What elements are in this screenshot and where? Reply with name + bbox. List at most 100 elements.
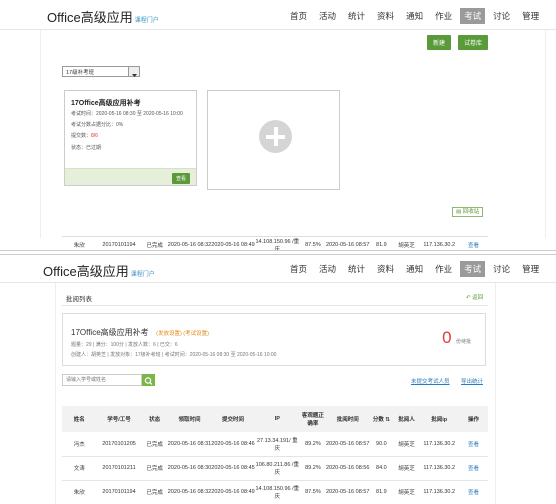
cell-accuracy: 89.2% bbox=[305, 440, 321, 447]
unsubmitted-link[interactable]: 未提交考试人员 bbox=[411, 377, 450, 385]
title-divider bbox=[62, 305, 488, 306]
pending-label: 份待批 bbox=[455, 339, 471, 345]
exam-meta-2: 创建人：胡英芝 | 发放对象：17级补考班 | 考试时间：2020-05-16 … bbox=[71, 352, 277, 358]
back-label: 返回 bbox=[472, 295, 484, 301]
export-link[interactable]: 导出统计 bbox=[461, 377, 483, 385]
cell-score: 81.9 bbox=[376, 489, 387, 496]
nav-notice[interactable]: 通知 bbox=[402, 8, 427, 24]
chevron-down-icon bbox=[128, 67, 139, 77]
back-link[interactable]: ↶ 返回 bbox=[466, 293, 483, 301]
cell-accuracy: 87.5% bbox=[305, 489, 321, 496]
cell-review-ip: 117.136.30.2 bbox=[423, 489, 456, 496]
cell-reviewer: 胡英芝 bbox=[398, 441, 415, 448]
cell-id: 20170101205 bbox=[102, 440, 136, 447]
search-bar bbox=[62, 374, 156, 386]
nav-discussion[interactable]: 讨论 bbox=[489, 261, 514, 277]
cell-status: 已完成 bbox=[146, 490, 163, 497]
bottom-header: Office高级应用 课程门户 首页 活动 统计 资料 通知 作业 考试 讨论 管… bbox=[0, 255, 556, 283]
nav-exam[interactable]: 考试 bbox=[460, 8, 486, 24]
cell-receive-time: 2020-05-16 08:32 bbox=[167, 489, 212, 496]
header-id: 学号/工号 bbox=[107, 417, 131, 423]
view-link[interactable]: 查看 bbox=[459, 432, 488, 456]
nav-home[interactable]: 首页 bbox=[286, 261, 311, 277]
bottom-nav: 首页 活动 统计 资料 通知 作业 考试 讨论 管理 bbox=[282, 261, 543, 277]
exam-card-status: 状态：已过期 bbox=[71, 145, 102, 151]
cell-id: 20170101211 bbox=[102, 465, 136, 471]
top-nav: 首页 活动 统计 资料 通知 作业 考试 讨论 管理 bbox=[282, 8, 543, 24]
paper-bank-button[interactable]: 试卷库 bbox=[458, 35, 489, 50]
nav-exam[interactable]: 考试 bbox=[460, 261, 486, 277]
search-input[interactable] bbox=[62, 374, 142, 386]
cell-reviewer: 胡英芝 bbox=[398, 490, 415, 497]
brand[interactable]: Office高级应用 课程门户 bbox=[43, 261, 155, 280]
recycle-bin-button[interactable]: ▤ 回收站 bbox=[452, 207, 484, 217]
nav-materials[interactable]: 资料 bbox=[373, 261, 398, 277]
table-header-row: 姓名 学号/工号 状态 领取时间 提交时间 IP 客观题正确率 批阅时间 分数 … bbox=[62, 406, 488, 432]
plus-icon bbox=[259, 120, 292, 153]
nav-admin[interactable]: 管理 bbox=[518, 261, 543, 277]
nav-activity[interactable]: 活动 bbox=[315, 261, 340, 277]
header-score-label: 分数 bbox=[372, 417, 384, 423]
header-receive-time: 领取时间 bbox=[178, 417, 201, 423]
exam-settings-links[interactable]: (发放设置) (考试设置) bbox=[156, 331, 209, 337]
nav-home[interactable]: 首页 bbox=[286, 8, 311, 24]
cell-submit-time: 2020-05-16 08:45 bbox=[211, 465, 255, 471]
header-score[interactable]: 分数 ⇅ bbox=[369, 406, 393, 432]
top-screen: Office高级应用 课程门户 首页 活动 统计 资料 通知 作业 考试 讨论 管… bbox=[0, 0, 556, 253]
header-accuracy: 客观题正确率 bbox=[301, 413, 324, 427]
cell-submit-time: 2020-05-16 08:46 bbox=[211, 440, 255, 447]
header-action: 操作 bbox=[467, 417, 479, 423]
header-name: 姓名 bbox=[73, 417, 85, 423]
nav-activity[interactable]: 活动 bbox=[315, 8, 340, 24]
cell-review-ip: 117.136.30.2 bbox=[423, 465, 456, 471]
recycle-bin-label: 回收站 bbox=[462, 209, 480, 215]
nav-notice[interactable]: 通知 bbox=[402, 261, 427, 277]
class-select[interactable]: 17级补考班 bbox=[62, 66, 140, 77]
brand-title: Office高级应用 bbox=[47, 10, 133, 25]
nav-materials[interactable]: 资料 bbox=[373, 8, 398, 24]
view-link[interactable]: 查看 bbox=[459, 456, 488, 480]
header-review-ip: 批阅ip bbox=[431, 417, 448, 423]
cell-status: 已完成 bbox=[146, 441, 163, 448]
view-link[interactable]: 查看 bbox=[459, 480, 488, 504]
nav-homework[interactable]: 作业 bbox=[431, 8, 456, 24]
exam-card-submit-label: 提交数： bbox=[71, 133, 92, 139]
exam-card-weight: 考试分数占据分比：0% bbox=[71, 122, 124, 128]
search-button[interactable] bbox=[142, 374, 155, 386]
header-submit-time: 提交时间 bbox=[221, 417, 244, 423]
cell-ip: 106.80.211.86 /重庆 bbox=[255, 462, 299, 476]
cell-submit-time: 2020-05-16 08:49 bbox=[211, 489, 255, 496]
exam-meta-1: 题量：29 | 满分：100分 | 发放人数：6 | 已交：6 bbox=[71, 342, 178, 348]
exam-card-submit-value: 8/6 bbox=[91, 133, 98, 139]
header-reviewer: 批阅人 bbox=[398, 417, 415, 423]
cell-review-time: 2020-05-16 08:56 bbox=[325, 465, 370, 471]
cell-name: 文涛 bbox=[73, 466, 85, 472]
review-table: 姓名 学号/工号 状态 领取时间 提交时间 IP 客观题正确率 批阅时间 分数 … bbox=[62, 406, 488, 504]
brand-subtitle: 课程门户 bbox=[130, 272, 155, 278]
cell-receive-time: 2020-05-16 08:30 bbox=[167, 465, 212, 471]
brand[interactable]: Office高级应用 课程门户 bbox=[47, 7, 159, 26]
cell-id: 20170101194 bbox=[102, 489, 136, 496]
top-header: Office高级应用 课程门户 首页 活动 统计 资料 通知 作业 考试 讨论 管… bbox=[0, 0, 556, 30]
exam-card[interactable]: 17Office高级应用补考 考试时间：2020-05-16 08:30 至 2… bbox=[64, 90, 197, 186]
bottom-screen: Office高级应用 课程门户 首页 活动 统计 资料 通知 作业 考试 讨论 管… bbox=[0, 255, 556, 504]
nav-admin[interactable]: 管理 bbox=[518, 8, 543, 24]
cell-score: 84.0 bbox=[376, 465, 387, 471]
exam-card-submit: 提交数：8/6 bbox=[71, 132, 98, 139]
pending-count: 0 份待批 bbox=[442, 328, 471, 348]
add-exam-card[interactable] bbox=[207, 90, 340, 190]
new-button[interactable]: 新建 bbox=[427, 35, 452, 50]
trash-icon: ▤ bbox=[456, 209, 462, 215]
cell-score: 90.0 bbox=[376, 440, 387, 447]
header-ip: IP bbox=[274, 416, 280, 422]
nav-stats[interactable]: 统计 bbox=[344, 8, 369, 24]
cell-name: 冯杰 bbox=[73, 441, 85, 448]
exam-review-button[interactable]: 查看 bbox=[171, 173, 190, 184]
nav-discussion[interactable]: 讨论 bbox=[489, 8, 514, 24]
exam-card-time: 考试时间：2020-05-16 08:30 至 2020-05-16 10:00 bbox=[71, 111, 183, 117]
nav-homework[interactable]: 作业 bbox=[431, 261, 456, 277]
sort-icon: ⇅ bbox=[385, 417, 390, 423]
header-review-time: 批阅时间 bbox=[336, 417, 359, 423]
nav-stats[interactable]: 统计 bbox=[344, 261, 369, 277]
exam-title: 17Office高级应用补考 bbox=[71, 328, 149, 337]
